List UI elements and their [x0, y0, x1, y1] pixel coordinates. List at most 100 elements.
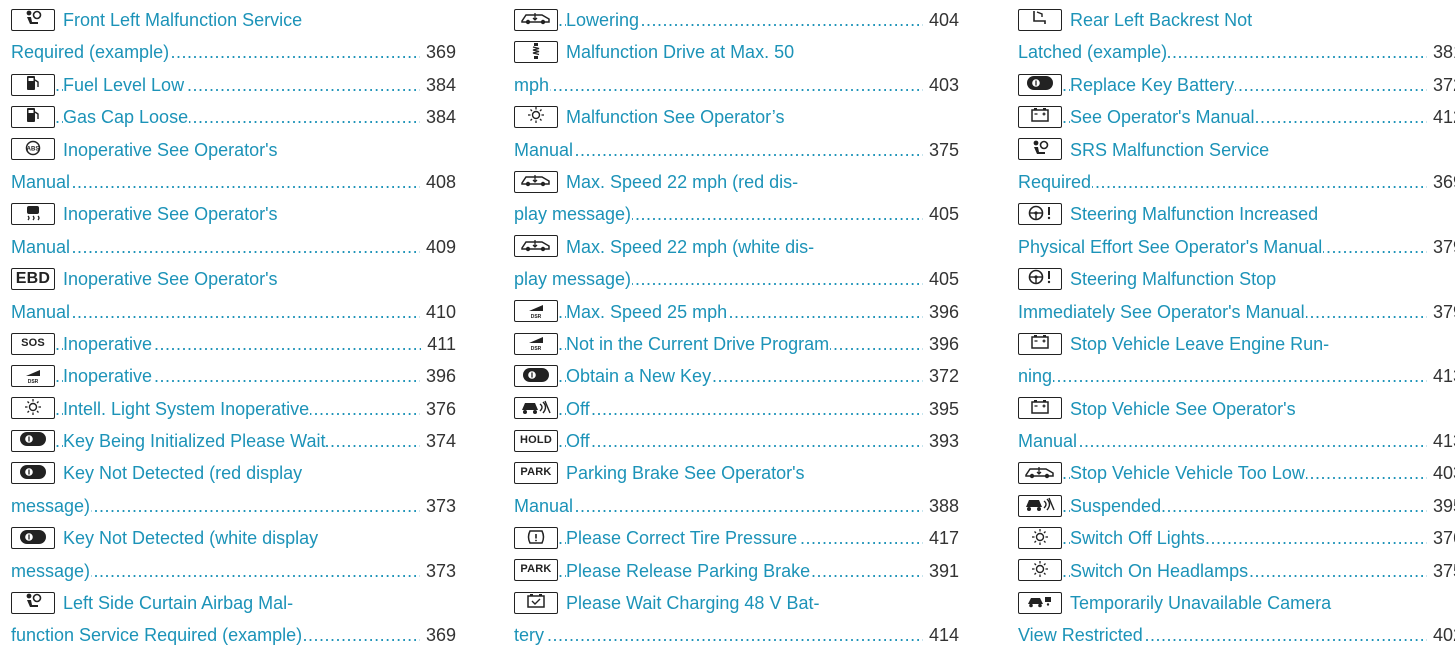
index-entry[interactable]: Steering Malfunction Increased..........… — [1018, 198, 1455, 264]
index-entry[interactable]: SRS Malfunction Service.................… — [1018, 134, 1455, 199]
index-entry[interactable]: ........................................… — [1018, 457, 1455, 490]
index-entry[interactable]: ........................................… — [514, 360, 959, 393]
index-entry-text[interactable]: Key Being Initialized Please Wait — [63, 431, 327, 452]
index-entry[interactable]: ........................................… — [514, 4, 959, 37]
index-entry-text[interactable]: Malfunction Drive at Max. 50 — [566, 42, 796, 63]
index-entry[interactable]: ........................................… — [514, 425, 959, 458]
index-entry-text[interactable]: Inoperative — [63, 366, 154, 387]
index-entry[interactable]: ........................................… — [514, 295, 959, 328]
index-entry[interactable]: Please Wait Charging 48 V Bat-..........… — [514, 587, 959, 652]
index-entry-text[interactable]: Suspended — [1070, 495, 1163, 516]
index-entry-text[interactable]: Manual — [11, 301, 72, 322]
index-entry[interactable]: EBD Inoperative See Operator's...........… — [11, 263, 456, 328]
index-entry[interactable]: Malfunction See Operator’s..............… — [514, 101, 959, 166]
index-entry[interactable]: PARK Parking Brake See Operator's........… — [514, 457, 959, 523]
index-entry-text[interactable]: Not in the Current Drive Program — [566, 333, 831, 354]
index-entry[interactable]: ........................................… — [1018, 101, 1455, 134]
index-entry-text[interactable]: Off — [566, 398, 591, 419]
index-entry-text[interactable]: Temporarily Unavailable Camera — [1070, 593, 1333, 614]
index-entry[interactable]: ........................................… — [514, 554, 959, 588]
index-entry-text[interactable]: Switch On Headlamps — [1070, 560, 1250, 581]
index-entry-text[interactable]: Inoperative See Operator's — [63, 269, 279, 290]
index-entry-text[interactable]: Max. Speed 22 mph (red dis- — [566, 171, 800, 192]
index-entry[interactable]: Max. Speed 22 mph (red dis-.............… — [514, 166, 959, 231]
index-entry[interactable]: Stop Vehicle See Operator's.............… — [1018, 393, 1455, 458]
index-entry-text[interactable]: Rear Left Backrest Not — [1070, 10, 1254, 30]
index-entry-text[interactable]: Left Side Curtain Airbag Mal- — [63, 593, 295, 614]
index-entry-text[interactable]: Manual — [11, 171, 72, 192]
index-entry-text[interactable]: Parking Brake See Operator's — [566, 463, 806, 484]
index-entry-text[interactable]: Manual — [514, 139, 575, 160]
index-entry-text[interactable]: Please Wait Charging 48 V Bat- — [566, 593, 821, 614]
index-entry-text[interactable]: tery — [514, 625, 546, 646]
index-entry-text[interactable]: Max. Speed 25 mph — [566, 301, 729, 322]
index-entry-text[interactable]: Obtain a New Key — [566, 366, 713, 387]
index-entry-text[interactable]: Off — [566, 431, 591, 452]
index-entry-text[interactable]: Key Not Detected (red display — [63, 463, 304, 484]
index-entry-text[interactable]: Manual — [11, 236, 72, 257]
index-entry[interactable]: ........................................… — [1018, 68, 1455, 102]
index-entry[interactable]: ........................................… — [11, 425, 456, 458]
index-entry-text[interactable]: Key Not Detected (white display — [63, 528, 320, 549]
index-entry-text[interactable]: Immediately See Operator's Manual — [1018, 301, 1306, 322]
index-entry[interactable]: Temporarily Unavailable Camera..........… — [1018, 587, 1455, 652]
index-entry[interactable]: ........................................… — [1018, 522, 1455, 555]
index-entry-text[interactable]: Switch Off Lights — [1070, 528, 1206, 549]
index-entry-text[interactable]: Inoperative See Operator's — [63, 204, 279, 225]
index-entry-text[interactable]: Please Release Parking Brake — [566, 560, 812, 581]
index-entry[interactable]: ........................................… — [11, 392, 456, 426]
index-entry-text[interactable]: play message) — [514, 204, 633, 225]
index-entry-text[interactable]: Latched (example) — [1018, 42, 1169, 63]
index-entry[interactable]: ........................................… — [11, 360, 456, 393]
index-entry-text[interactable]: Gas Cap Loose — [63, 107, 190, 128]
index-entry[interactable]: ........................................… — [514, 392, 959, 426]
index-entry-text[interactable]: Please Correct Tire Pressure — [566, 528, 799, 549]
index-entry-text[interactable]: See Operator's Manual — [1070, 107, 1256, 128]
index-entry-text[interactable]: SRS Malfunction Service — [1070, 139, 1271, 160]
index-entry[interactable]: ........................................… — [1018, 489, 1455, 523]
index-entry-text[interactable]: message) — [11, 560, 92, 581]
index-entry[interactable]: ........................................… — [514, 522, 959, 555]
index-entry[interactable]: ABS Inoperative See Operator's...........… — [11, 134, 456, 199]
index-entry-text[interactable]: Fuel Level Low — [63, 74, 186, 95]
index-entry[interactable]: Rear Left Backrest Not..................… — [1018, 4, 1455, 69]
index-entry-text[interactable]: Intell. Light System Inoperative — [63, 398, 311, 419]
index-entry-text[interactable]: function Service Required (example) — [11, 625, 304, 646]
index-entry[interactable]: Malfunction Drive at Max. 50............… — [514, 36, 959, 102]
index-entry[interactable]: Key Not Detected (red display...........… — [11, 457, 456, 523]
index-entry[interactable]: ........................................… — [11, 327, 456, 361]
index-entry[interactable]: Max. Speed 22 mph (white dis-...........… — [514, 231, 959, 296]
index-entry-text[interactable]: Manual — [1018, 431, 1079, 452]
index-entry-text[interactable]: message) — [11, 495, 92, 516]
index-entry-text[interactable]: play message) — [514, 269, 633, 290]
index-entry[interactable]: Key Not Detected (white display.........… — [11, 522, 456, 588]
index-entry-text[interactable]: Replace Key Battery — [1070, 74, 1236, 95]
index-entry-text[interactable]: ning — [1018, 366, 1054, 387]
index-entry-text[interactable]: Max. Speed 22 mph (white dis- — [566, 236, 816, 257]
index-entry-text[interactable]: Malfunction See Operator’s — [566, 107, 786, 128]
index-entry-text[interactable]: Required (example) — [11, 42, 171, 63]
index-entry[interactable]: Steering Malfunction Stop...............… — [1018, 263, 1455, 328]
index-entry-text[interactable]: Required — [1018, 171, 1093, 192]
index-entry-text[interactable]: Physical Effort See Operator's Manual — [1018, 236, 1324, 257]
index-entry-text[interactable]: Inoperative — [63, 333, 154, 354]
index-entry[interactable]: ........................................… — [514, 327, 959, 361]
index-entry-text[interactable]: Inoperative See Operator's — [63, 139, 279, 160]
index-entry-text[interactable]: Stop Vehicle Vehicle Too Low — [1070, 463, 1306, 484]
index-entry-text[interactable]: Steering Malfunction Stop — [1070, 269, 1278, 290]
index-entry-text[interactable]: Steering Malfunction Increased — [1070, 204, 1320, 225]
index-entry-text[interactable]: View Restricted — [1018, 625, 1144, 646]
index-entry[interactable]: ........................................… — [1018, 554, 1455, 588]
index-entry-text[interactable]: Manual — [514, 495, 575, 516]
index-entry-text[interactable]: Front Left Malfunction Service — [63, 10, 304, 30]
index-entry[interactable]: Stop Vehicle Leave Engine Run-..........… — [1018, 328, 1455, 393]
index-entry[interactable]: ........................................… — [11, 101, 456, 134]
index-entry-text[interactable]: Lowering — [566, 10, 641, 30]
index-entry[interactable]: Inoperative See Operator's..............… — [11, 198, 456, 264]
index-entry[interactable]: Left Side Curtain Airbag Mal-...........… — [11, 587, 456, 652]
index-entry[interactable]: ........................................… — [11, 68, 456, 102]
index-entry-text[interactable]: Stop Vehicle See Operator's — [1070, 398, 1297, 419]
index-entry-text[interactable]: Stop Vehicle Leave Engine Run- — [1070, 333, 1331, 354]
index-entry[interactable]: Front Left Malfunction Service..........… — [11, 4, 456, 69]
index-entry-text[interactable]: mph — [514, 74, 551, 95]
